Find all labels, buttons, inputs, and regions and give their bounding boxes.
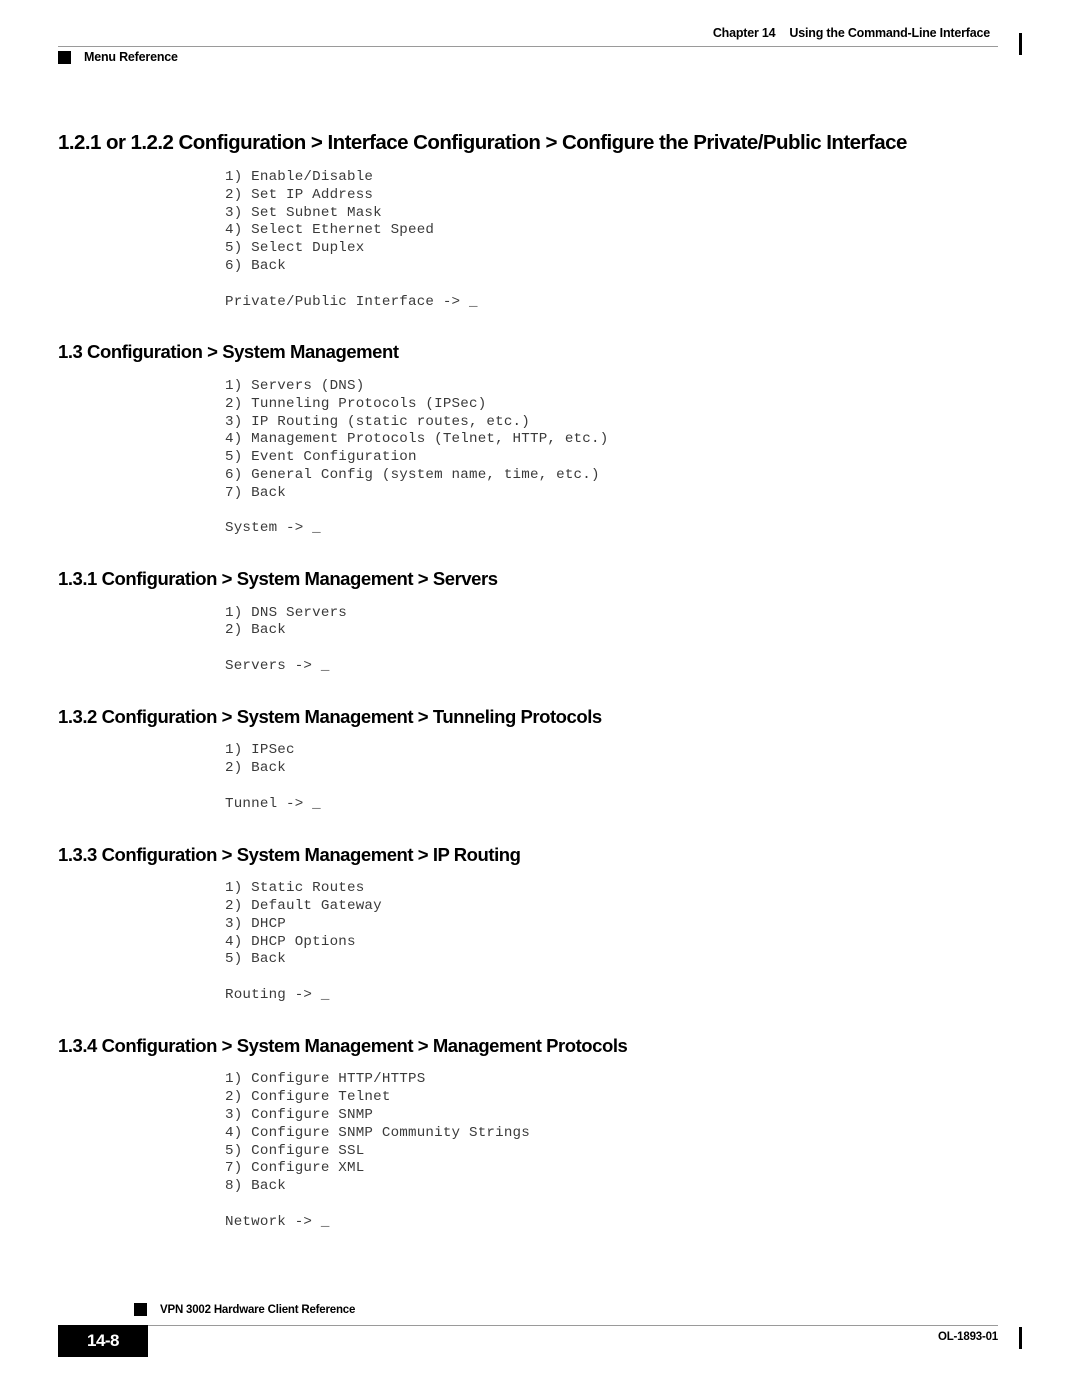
header-chapter-title: Using the Command-Line Interface [789,26,990,40]
footer-document-title: VPN 3002 Hardware Client Reference [160,1303,356,1316]
cli-menu-listing: 1) DNS Servers 2) Back Servers -> _ [225,604,347,675]
page-header: Chapter 14 Using the Command-Line Interf… [58,26,1022,74]
section-1-3-3: 1.3.3 Configuration > System Management … [58,844,1022,1005]
section-1-3-2: 1.3.2 Configuration > System Management … [58,706,1022,814]
page-content: 1.2.1 or 1.2.2 Configuration > Interface… [58,130,1022,1231]
header-running-subhead-label: Menu Reference [84,50,178,64]
cli-menu-listing: 1) Enable/Disable 2) Set IP Address 3) S… [225,169,478,310]
cli-menu-listing: 1) IPSec 2) Back Tunnel -> _ [225,742,321,812]
header-end-marker [1019,33,1022,55]
square-bullet-icon [134,1303,147,1316]
page-number-badge: 14-8 [58,1325,148,1357]
footer-end-marker [1019,1327,1022,1349]
cli-menu-listing: 1) Static Routes 2) Default Gateway 3) D… [225,880,382,1003]
page-number: 14-8 [86,1331,120,1350]
footer-document-line: VPN 3002 Hardware Client Reference [134,1303,355,1316]
header-divider [58,46,998,47]
square-bullet-icon [58,50,71,64]
section-heading: 1.3.1 Configuration > System Management … [58,568,498,590]
section-1-3-4: 1.3.4 Configuration > System Management … [58,1035,1022,1232]
header-chapter-line: Chapter 14 Using the Command-Line Interf… [713,26,990,40]
section-heading: 1.3.3 Configuration > System Management … [58,843,521,865]
cli-menu-listing: 1) Configure HTTP/HTTPS 2) Configure Tel… [225,1071,530,1230]
header-chapter-number: Chapter 14 [712,26,776,40]
section-heading: 1.3.2 Configuration > System Management … [58,705,602,727]
section-1-2-1: 1.2.1 or 1.2.2 Configuration > Interface… [58,130,1022,311]
header-running-subhead: Menu Reference [58,50,178,64]
page-footer: VPN 3002 Hardware Client Reference 14-8 … [58,1303,1022,1361]
cli-menu-listing: 1) Servers (DNS) 2) Tunneling Protocols … [225,377,609,537]
footer-divider [148,1325,998,1326]
section-1-3: 1.3 Configuration > System Management 1)… [58,341,1022,538]
footer-document-id: OL-1893-01 [937,1331,998,1343]
section-1-3-1: 1.3.1 Configuration > System Management … [58,568,1022,676]
section-heading: 1.3.4 Configuration > System Management … [58,1034,628,1056]
section-heading: 1.3 Configuration > System Management [58,341,399,363]
section-heading: 1.2.1 or 1.2.2 Configuration > Interface… [58,131,907,154]
